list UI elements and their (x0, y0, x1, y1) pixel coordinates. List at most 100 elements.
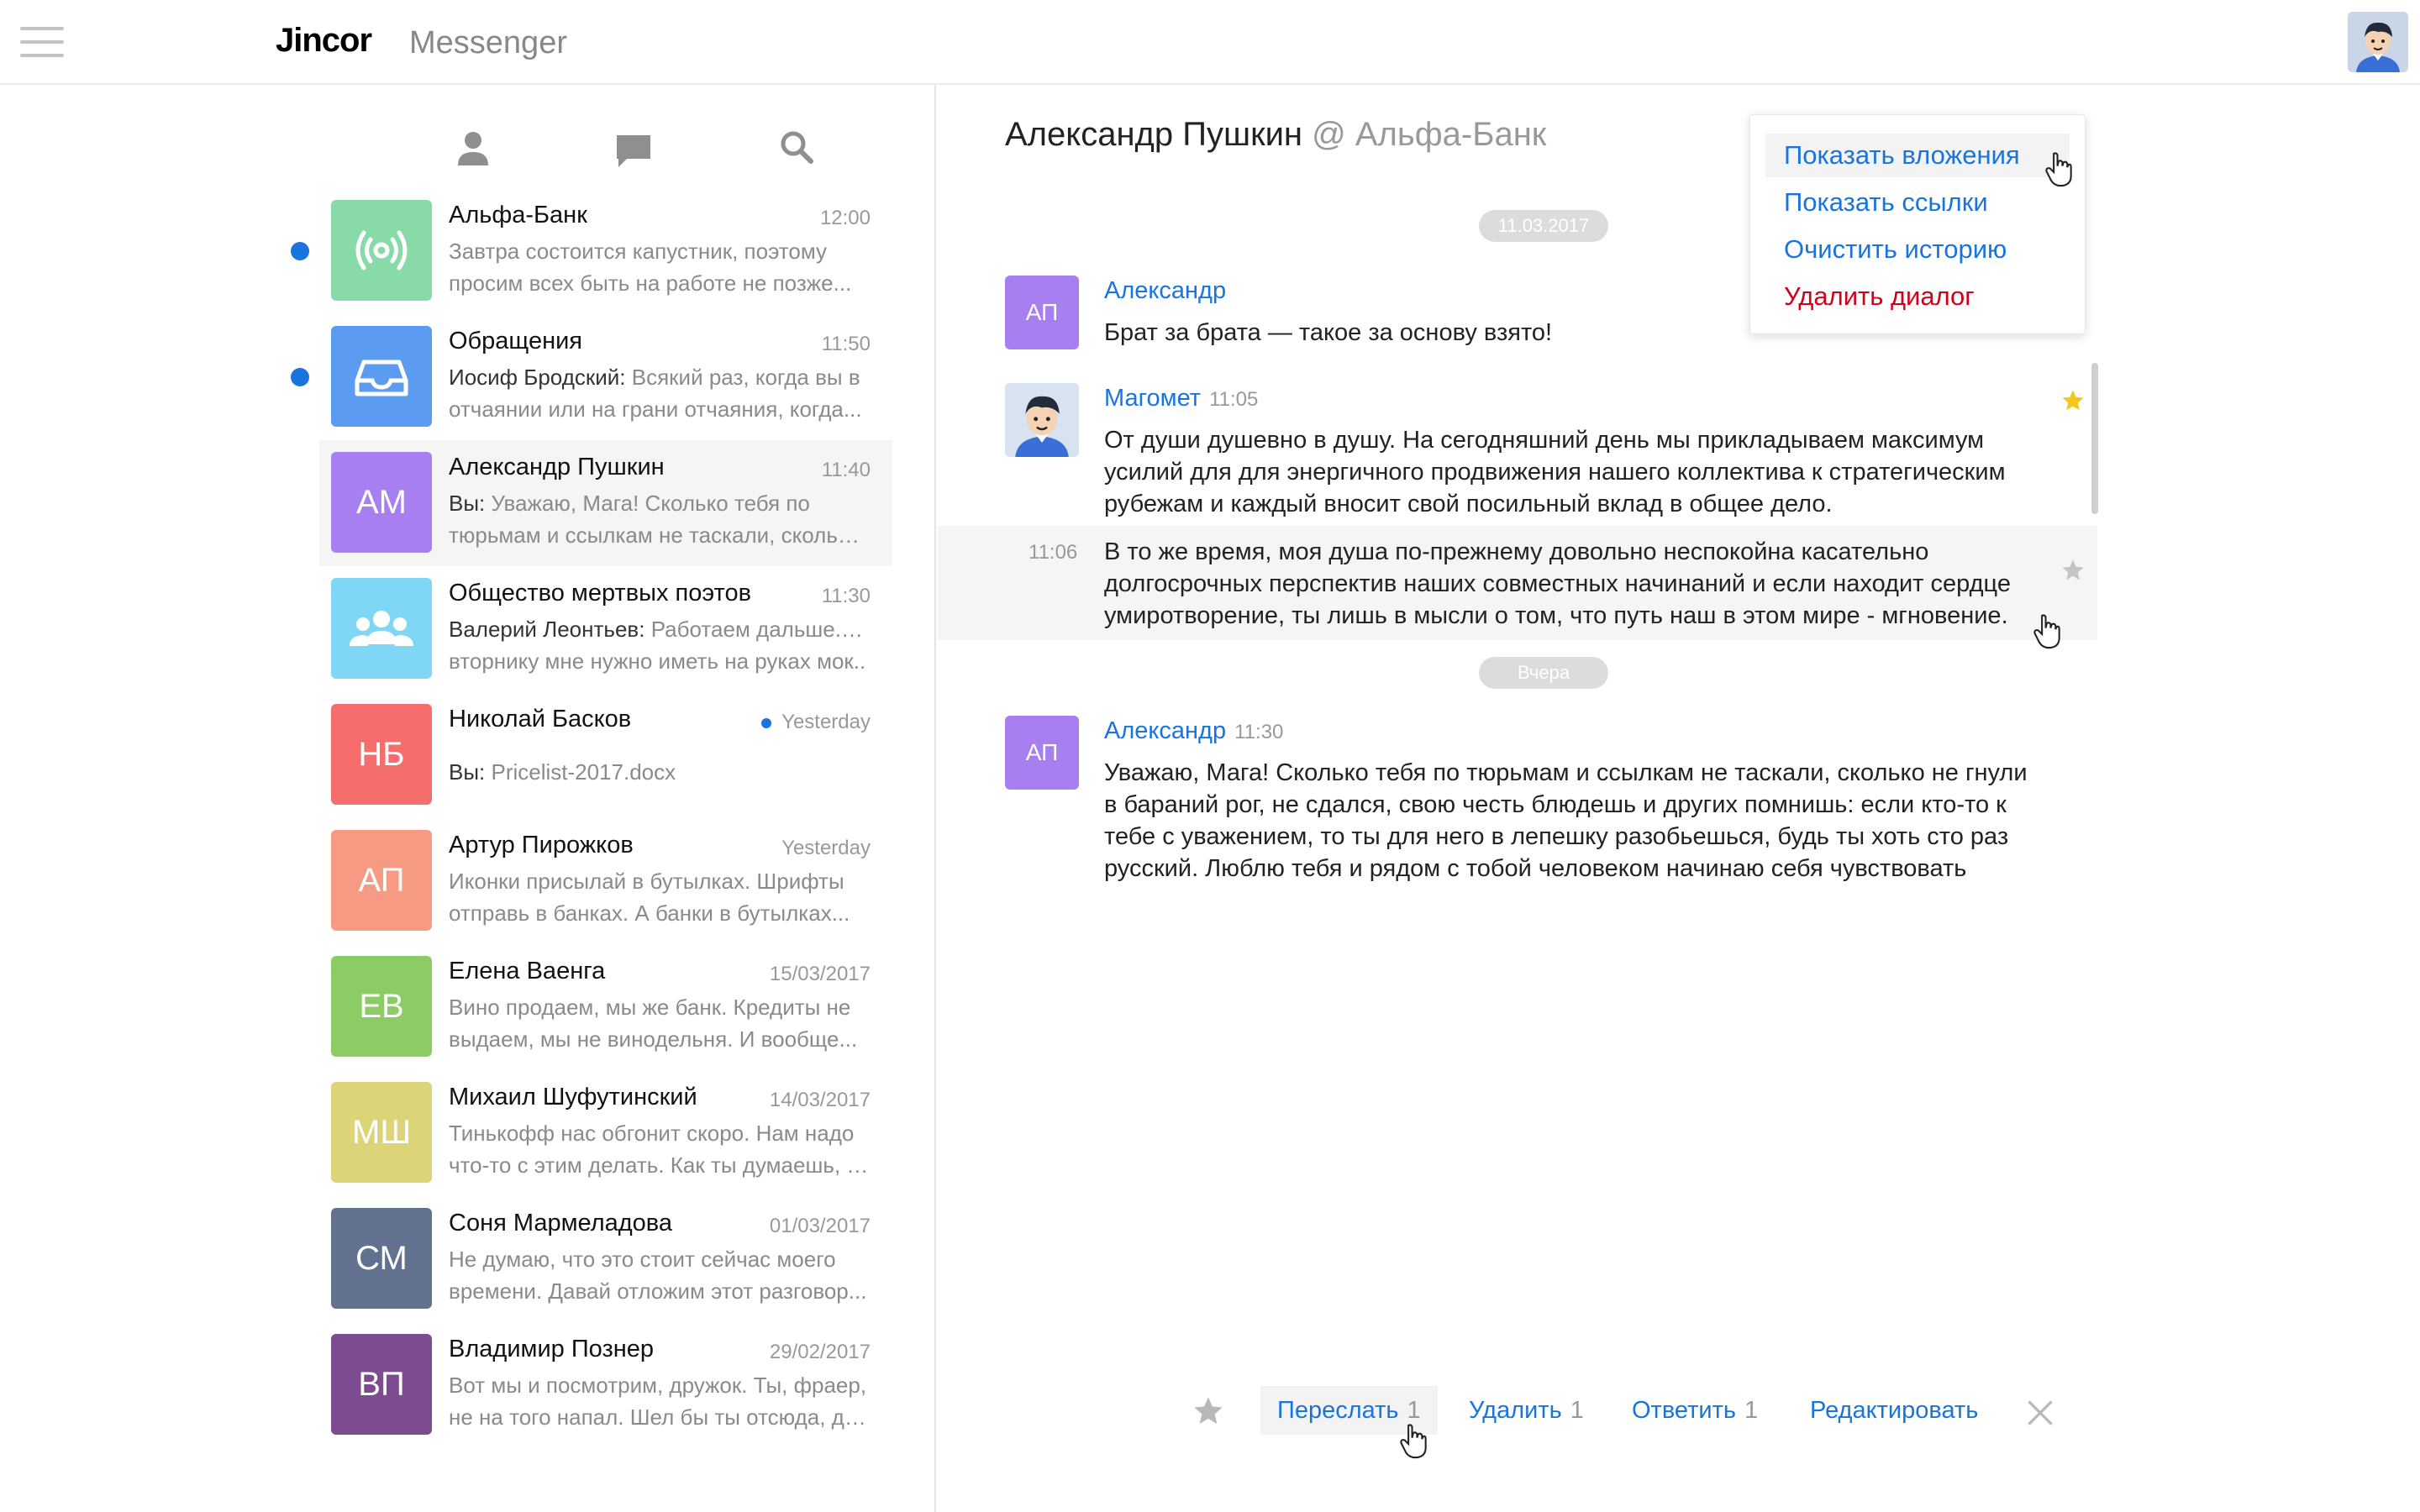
contact-item[interactable]: АМ Александр Пушкин 11:40 Вы: Уважаю, Мага!… (319, 440, 892, 566)
contact-time: 15/03/2017 (769, 963, 871, 985)
contact-item[interactable]: МШ Михаил Шуфутинский 14/03/2017 Тинькофф н… (319, 1070, 892, 1196)
contact-preview: Не думаю, что это стоит сейчас моего врем… (449, 1247, 867, 1304)
broadcast-icon (331, 200, 432, 301)
hand-cursor-icon (2033, 614, 2060, 649)
date-separator: 11.03.2017 (1479, 210, 1608, 242)
contact-name: Елена Ваенга (449, 958, 606, 984)
message-author[interactable]: Александр (1104, 277, 1226, 305)
message-text: От души душевно в душу. На сегодняшний д… (1104, 427, 2006, 517)
hamburger-menu-icon[interactable] (20, 27, 64, 57)
group-icon (331, 578, 432, 679)
message-avatar[interactable]: АП (1005, 716, 1079, 790)
close-icon[interactable] (2025, 1398, 2055, 1428)
contact-preview: Валерий Леонтьев: Работаем дальше. Ко вто… (449, 617, 869, 674)
app-logo: Jincor (276, 22, 372, 59)
edit-button[interactable]: Редактировать (1810, 1386, 1978, 1435)
unread-indicator (291, 242, 309, 260)
contact-item[interactable]: АП Артур Пирожков Yesterday Иконки присылай… (319, 818, 892, 944)
star-icon-active[interactable] (2060, 388, 2086, 413)
contact-name: Александр Пушкин (449, 454, 665, 480)
search-tab-search-icon[interactable] (763, 118, 822, 177)
contact-preview: Вы: Уважаю, Мага! Сколько тебя по тюрьмам… (449, 491, 869, 548)
contact-preview: Вот мы и посмотрим, дружок. Ты, фраер, не… (449, 1373, 869, 1430)
contact-avatar: НБ (331, 704, 432, 805)
contact-item[interactable]: ЕВ Елена Ваенга 15/03/2017 Вино продаем, мы… (319, 944, 892, 1070)
chat-organization: @ Альфа-Банк (1312, 116, 1547, 153)
message-time: 11:06 (1028, 541, 1078, 564)
hand-cursor-icon (2045, 152, 2072, 187)
contact-preview: Иосиф Бродский: Всякий раз, когда вы в от… (449, 365, 862, 422)
user-face-icon (2348, 12, 2408, 72)
preview-sender: Валерий Леонтьев: (449, 617, 651, 642)
contact-time: Yesterday (781, 837, 871, 859)
star-icon[interactable] (2060, 558, 2086, 583)
contact-preview: Тинькофф нас обгонит скоро. Нам надо что-… (449, 1121, 869, 1178)
contact-item[interactable]: Обращения 11:50 Иосиф Бродский: Всякий раз… (319, 314, 892, 440)
preview-sender: Вы: (449, 491, 492, 516)
chat-scrollbar[interactable] (2091, 363, 2098, 514)
sidebar-tabs (437, 118, 823, 177)
contact-avatar: АП (331, 830, 432, 931)
chat-title: Александр Пушкин @ Альфа-Банк (1005, 116, 1546, 154)
contact-time: 11:40 (821, 459, 871, 481)
chat-contact-name: Александр Пушкин (1005, 116, 1303, 153)
message-author[interactable]: Магомет 11:05 (1104, 385, 1258, 412)
contact-time: 12:00 (819, 207, 871, 229)
contact-avatar: СМ (331, 1208, 432, 1309)
contact-time: 29/02/2017 (769, 1341, 871, 1363)
contact-time: 01/03/2017 (769, 1215, 871, 1237)
contact-preview: Вино продаем, мы же банк. Кредиты не выда… (449, 995, 858, 1052)
contact-preview: Иконки присылай в бутылках. Шрифты отправ… (449, 869, 850, 926)
star-action-icon[interactable] (1192, 1394, 1225, 1428)
unread-dot-icon (761, 717, 772, 728)
contact-time: 11:50 (821, 333, 871, 355)
message-text: В то же время, моя душа по-прежнему дово… (1104, 538, 2011, 629)
contact-name: Владимир Познер (449, 1336, 655, 1362)
contact-name: Альфа-Банк (449, 202, 587, 228)
contacts-tab-person-icon[interactable] (437, 118, 496, 177)
menu-item-clear-history[interactable]: Очистить историю (1765, 228, 2070, 271)
message-avatar[interactable]: АП (1005, 276, 1079, 349)
menu-item-delete-dialog[interactable]: Удалить диалог (1765, 275, 2070, 318)
user-face-icon (1005, 383, 1079, 457)
contact-name: Артур Пирожков (449, 832, 634, 858)
date-separator: Вчера (1479, 657, 1608, 689)
message-time: 11:30 (1234, 721, 1284, 743)
contact-avatar: АМ (331, 452, 432, 553)
contact-item[interactable]: Альфа-Банк 12:00 Завтра состоится капустни… (319, 188, 892, 314)
message-text: Уважаю, Мага! Сколько тебя по тюрьмам и … (1104, 759, 2028, 882)
hand-cursor-icon (1400, 1424, 1427, 1459)
message-avatar[interactable] (1005, 383, 1079, 457)
unread-indicator (291, 368, 309, 386)
contact-item[interactable]: СМ Соня Мармеладова 01/03/2017 Не думаю, чт… (319, 1196, 892, 1322)
contact-name: Общество мертвых поэтов (449, 580, 752, 606)
menu-item-show-links[interactable]: Показать ссылки (1765, 181, 2070, 224)
app-name: Messenger (409, 25, 567, 60)
menu-item-show-attachments[interactable]: Показать вложения (1765, 134, 2070, 177)
message-author[interactable]: Александр 11:30 (1104, 717, 1283, 745)
preview-sender: Вы: (449, 759, 492, 785)
contact-name: Соня Мармеладова (449, 1210, 672, 1236)
inbox-icon (331, 326, 432, 427)
reply-button[interactable]: Ответить 1 (1632, 1386, 1758, 1435)
contact-name: Николай Басков (449, 706, 632, 732)
preview-sender: Иосиф Бродский: (449, 365, 632, 390)
contact-item[interactable]: ВП Владимир Познер 29/02/2017 Вот мы и посм… (319, 1322, 892, 1448)
contact-item[interactable]: НБ Николай Басков Yesterday Вы: Pricelist-2… (319, 692, 892, 818)
contact-avatar: ВП (331, 1334, 432, 1435)
message-time: 11:05 (1209, 388, 1259, 411)
contact-avatar: ЕВ (331, 956, 432, 1057)
contact-preview: Вы: Pricelist-2017.docx (449, 759, 676, 785)
delete-button[interactable]: Удалить 1 (1469, 1386, 1584, 1435)
user-avatar[interactable] (2348, 12, 2408, 72)
top-header: Jincor Messenger (0, 0, 2420, 85)
contact-item[interactable]: Общество мертвых поэтов 11:30 Валерий Леон… (319, 566, 892, 692)
contact-time: 11:30 (821, 585, 871, 607)
contact-name: Михаил Шуфутинский (449, 1084, 697, 1110)
contact-time: Yesterday (761, 711, 871, 734)
chats-tab-chat-bubble-icon[interactable] (598, 118, 657, 177)
chat-options-menu: Показать вложения Показать ссылки Очисти… (1749, 114, 2086, 334)
contact-name: Обращения (449, 328, 583, 354)
contact-preview: Завтра состоится капустник, поэтому проси… (449, 239, 852, 296)
message-text: Брат за брата — такое за основу взято! (1104, 319, 1553, 346)
